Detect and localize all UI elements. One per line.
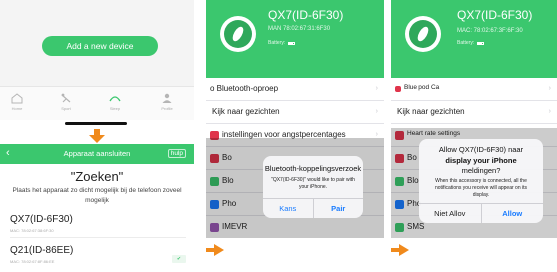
dont-allow-button[interactable]: Niet Allov <box>419 204 481 223</box>
tab-sleep-label: Sleep <box>109 106 121 111</box>
home-indicator <box>65 122 127 125</box>
device-mac: MAC: 78:02:67:3F:6F:30 <box>457 28 523 34</box>
pairing-request-screen: QX7(ID-6F30) MAN 78:02:67:31:6F30 Batter… <box>206 0 384 238</box>
settings-row[interactable]: Kijk naar gezichten › <box>391 101 557 124</box>
headphone-icon <box>395 86 401 92</box>
cancel-button[interactable]: Kans <box>263 199 313 218</box>
device-name: QX7(ID-6F30) <box>10 214 73 225</box>
tab-profile-label: Profile <box>161 106 173 111</box>
profile-icon <box>160 92 174 104</box>
pairing-alert: Bluetooth-koppelingsverzoek "QX7(ID-6F30… <box>263 156 363 218</box>
battery-status: Battery: <box>268 40 296 46</box>
device-name: Q21(ID-86EE) <box>10 245 74 256</box>
alert-buttons: Kans Pair <box>263 198 363 218</box>
battery-icon <box>477 41 485 45</box>
alert-message: "QX7(ID-6F30)" would like to pair with y… <box>271 177 355 190</box>
chevron-right-icon: › <box>375 131 378 138</box>
tab-sport-label: Sport <box>61 106 71 111</box>
device-title: QX7(ID-6F30) <box>457 8 533 22</box>
battery-icon <box>288 41 296 45</box>
chevron-right-icon: › <box>375 85 378 92</box>
page-title: Apparaat aansluiten <box>63 149 131 158</box>
notification-permission-screen: QX7(ID-6F30) MAC: 78:02:67:3F:6F:30 Batt… <box>391 0 557 238</box>
right-arrow-icon <box>206 243 224 261</box>
sleep-icon <box>108 92 122 104</box>
row-label: Kijk naar gezichten <box>212 107 280 116</box>
connected-badge: ✔ <box>172 255 186 263</box>
tab-sport[interactable]: Sport <box>49 92 83 111</box>
alert-title: Allow QX7(ID-6F30) naar <box>438 145 524 154</box>
connect-device-header: ‹ Apparaat aansluiten hulp <box>0 144 194 164</box>
battery-status: Battery: <box>457 40 485 46</box>
row-label: Blue pod Ca <box>404 84 440 91</box>
tab-sleep[interactable]: Sleep <box>98 92 132 111</box>
bottom-tab-bar: Home Sport Sleep Profile <box>0 86 194 120</box>
row-label: Kijk naar gezichten <box>397 107 465 116</box>
search-title: "Zoeken" <box>70 169 124 184</box>
help-button[interactable]: hulp <box>167 149 186 158</box>
chevron-right-icon: › <box>375 108 378 115</box>
device-mac: MAC: 78:02:67:38:6F:30 <box>10 228 54 233</box>
settings-row[interactable]: Kijk naar gezichten › <box>206 101 384 124</box>
tab-profile[interactable]: Profile <box>150 92 184 111</box>
home-screen: Add a new device <box>0 0 194 86</box>
search-hint: Plaats het apparaat zo dicht mogelijk bi… <box>12 187 182 204</box>
alert-subtitle-2: meldingen? <box>461 166 501 175</box>
tab-home-label: Home <box>11 106 23 111</box>
right-arrow-icon <box>391 243 409 261</box>
watch-logo-icon <box>220 16 256 52</box>
allow-button[interactable]: Allow <box>480 204 544 223</box>
alert-message: When this accessory is connected, all th… <box>435 178 527 198</box>
app-screens-panel: Add a new device Home Sport Sleep Profil… <box>0 0 194 272</box>
settings-row[interactable]: o Bluetooth-oproep › <box>206 78 384 101</box>
device-title: QX7(ID-6F30) <box>268 8 344 22</box>
alert-buttons: Niet Allov Allow <box>419 203 543 223</box>
watch-logo-icon <box>405 16 441 52</box>
home-icon <box>10 92 24 104</box>
device-mac: MAC: 78:02:67:8F:86:EE <box>10 259 55 264</box>
chevron-right-icon: › <box>548 108 551 115</box>
pair-button[interactable]: Pair <box>312 199 364 218</box>
sport-icon <box>59 92 73 104</box>
alert-subtitle: display your iPhone <box>445 156 517 165</box>
add-device-button[interactable]: Add a new device <box>42 36 158 56</box>
notification-alert: Allow QX7(ID-6F30) naar display your iPh… <box>419 139 543 223</box>
chevron-right-icon: › <box>548 85 551 92</box>
battery-label: Battery: <box>268 40 286 46</box>
settings-row[interactable]: Blue pod Ca › <box>391 78 557 101</box>
alert-title: Bluetooth-koppelingsverzoek <box>264 164 362 173</box>
device-mac: MAN 78:02:67:31:6F30 <box>268 26 331 32</box>
device-header: QX7(ID-6F30) MAN 78:02:67:31:6F30 Batter… <box>206 0 384 78</box>
row-label: o Bluetooth-oproep <box>210 84 279 93</box>
tab-home[interactable]: Home <box>0 92 34 111</box>
device-header: QX7(ID-6F30) MAC: 78:02:67:3F:6F:30 Batt… <box>391 0 557 78</box>
divider <box>10 237 186 238</box>
battery-label: Battery: <box>457 40 475 46</box>
